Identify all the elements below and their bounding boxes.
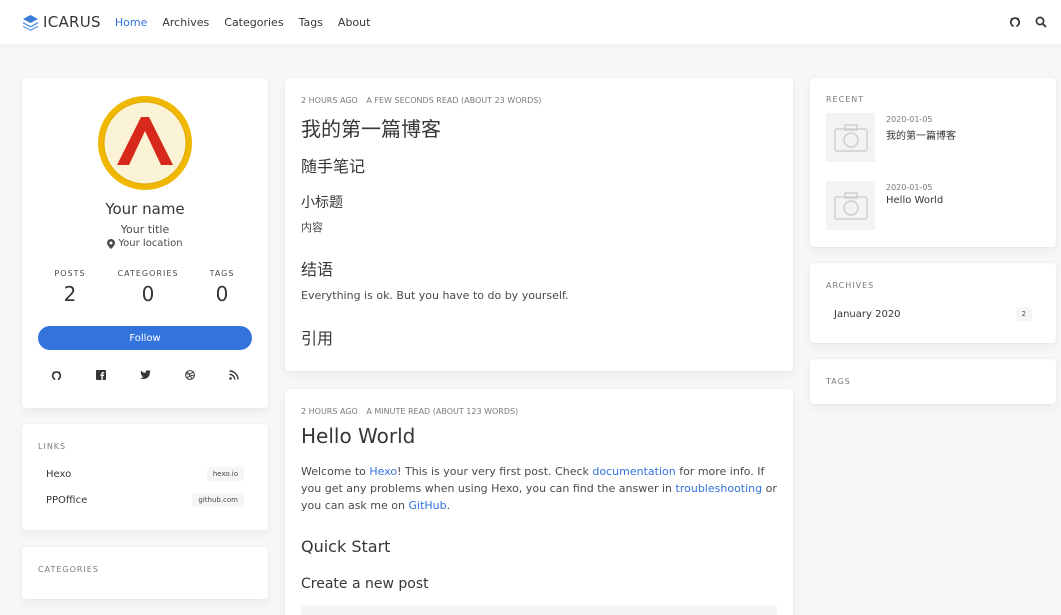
post-heading: Quick Start: [301, 537, 391, 556]
recent-item[interactable]: 2020-01-05 Hello World: [826, 181, 943, 230]
categories-card: CATEGORIES: [22, 547, 268, 599]
camera-icon: [833, 123, 868, 152]
post-meta: 2 HOURS AGO A FEW SECONDS READ (ABOUT 23…: [301, 96, 541, 105]
archives-card: ARCHIVES January 2020 2: [810, 263, 1056, 343]
post-heading: 结语: [301, 260, 334, 279]
stat-posts-label: POSTS: [54, 269, 86, 278]
links-card: LINKS Hexo hexo.io PPOffice github.com: [22, 424, 268, 530]
post-subheading: Create a new post: [301, 576, 429, 592]
text-run: .: [446, 499, 451, 512]
social-links: [38, 370, 252, 381]
links-label: LINKS: [38, 442, 67, 451]
post-paragraph: Welcome to Hexo! This is your very first…: [301, 463, 779, 514]
nav-archives[interactable]: Archives: [162, 16, 209, 29]
recent-date: 2020-01-05: [886, 115, 933, 124]
github-icon[interactable]: [51, 370, 62, 381]
tags-card: TAGS: [810, 359, 1056, 404]
archives-label: ARCHIVES: [826, 281, 875, 290]
text-run: ! This is your very first post. Check: [397, 465, 593, 478]
recent-item[interactable]: 2020-01-05 我的第一篇博客: [826, 113, 956, 162]
code-block: [301, 605, 777, 615]
stat-tags[interactable]: TAGS 0: [182, 269, 262, 306]
archive-count: 2: [1015, 307, 1032, 321]
post-read-time: A FEW SECONDS READ (ABOUT 23 WORDS): [366, 96, 542, 105]
post-paragraph: Everything is ok. But you have to do by …: [301, 289, 569, 302]
post-heading: 引用: [301, 329, 334, 348]
post-subheading: 小标题: [301, 195, 343, 211]
link-item-ppoffice[interactable]: PPOffice github.com: [46, 493, 244, 507]
brand-name: ICARUS: [43, 13, 101, 31]
profile-location: Your location: [22, 238, 268, 249]
recent-card: RECENT 2020-01-05 我的第一篇博客 2020-01-05 Hel…: [810, 78, 1056, 247]
dribbble-icon[interactable]: [185, 370, 195, 381]
recent-title[interactable]: 我的第一篇博客: [886, 127, 956, 142]
archive-item[interactable]: January 2020 2: [834, 307, 1032, 321]
avatar: [98, 96, 192, 190]
nav-tags[interactable]: Tags: [299, 16, 323, 29]
profile-name: Your name: [105, 200, 185, 218]
post-paragraph: 内容: [301, 221, 323, 234]
search-icon[interactable]: [1035, 16, 1047, 28]
archive-month: January 2020: [834, 308, 901, 320]
navbar: ICARUS Home Archives Categories Tags Abo…: [0, 0, 1061, 44]
nav-about[interactable]: About: [338, 16, 371, 29]
github-link[interactable]: GitHub: [408, 499, 446, 512]
post-card: 2 HOURS AGO A FEW SECONDS READ (ABOUT 23…: [285, 78, 793, 371]
post-read-time: A MINUTE READ (ABOUT 123 WORDS): [366, 407, 519, 416]
text-run: Welcome to: [301, 465, 370, 478]
stat-tags-label: TAGS: [209, 269, 235, 278]
link-name: PPOffice: [46, 494, 88, 506]
twitter-icon[interactable]: [140, 370, 151, 381]
recent-label: RECENT: [826, 95, 865, 104]
rss-icon[interactable]: [229, 370, 239, 381]
stat-categories-value: 0: [141, 282, 155, 306]
documentation-link[interactable]: documentation: [592, 465, 675, 478]
hexo-link[interactable]: Hexo: [369, 465, 397, 478]
link-item-hexo[interactable]: Hexo hexo.io: [46, 467, 244, 481]
stat-categories[interactable]: CATEGORIES 0: [108, 269, 188, 306]
logo-icon: [23, 14, 38, 31]
link-name: Hexo: [46, 468, 72, 480]
categories-label: CATEGORIES: [38, 565, 99, 574]
post-title[interactable]: 我的第一篇博客: [301, 113, 441, 142]
recent-title[interactable]: Hello World: [886, 195, 943, 206]
nav-home[interactable]: Home: [115, 16, 147, 29]
post-date: 2 HOURS AGO: [301, 96, 358, 105]
post-meta: 2 HOURS AGO A MINUTE READ (ABOUT 123 WOR…: [301, 407, 518, 416]
nav-categories[interactable]: Categories: [224, 16, 283, 29]
profile-title: Your title: [120, 223, 170, 236]
stat-tags-value: 0: [215, 282, 229, 306]
github-icon[interactable]: [1009, 16, 1021, 28]
facebook-icon[interactable]: [96, 370, 106, 381]
profile-location-text: Your location: [118, 238, 183, 249]
recent-date: 2020-01-05: [886, 183, 933, 192]
post-date: 2 HOURS AGO: [301, 407, 358, 416]
follow-button[interactable]: Follow: [38, 326, 252, 350]
profile-card: Your name Your title Your location POSTS…: [22, 78, 268, 408]
post-heading: 随手笔记: [301, 157, 366, 176]
tags-label: TAGS: [826, 377, 851, 386]
link-host: hexo.io: [206, 467, 244, 481]
camera-icon: [833, 191, 868, 220]
brand-logo[interactable]: ICARUS: [22, 13, 101, 31]
stat-posts[interactable]: POSTS 2: [30, 269, 110, 306]
post-card: 2 HOURS AGO A MINUTE READ (ABOUT 123 WOR…: [285, 389, 793, 615]
thumbnail: [826, 181, 875, 230]
map-marker-icon: [107, 238, 116, 249]
link-host: github.com: [192, 493, 244, 507]
troubleshooting-link[interactable]: troubleshooting: [676, 482, 763, 495]
thumbnail: [826, 113, 875, 162]
stat-categories-label: CATEGORIES: [117, 269, 179, 278]
post-title[interactable]: Hello World: [301, 424, 415, 448]
stat-posts-value: 2: [63, 282, 77, 306]
